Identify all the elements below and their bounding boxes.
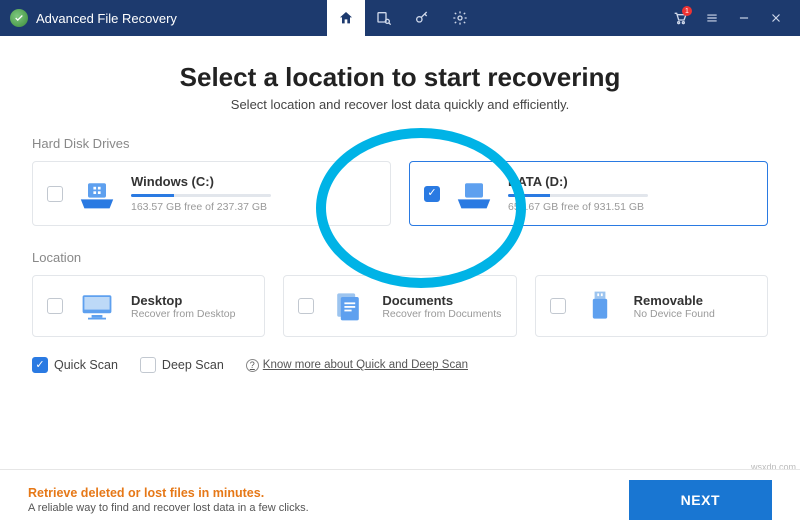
drive-icon (75, 176, 119, 212)
deep-scan-option[interactable]: Deep Scan (140, 357, 224, 373)
close-button[interactable] (762, 4, 790, 32)
scan-options: Quick Scan Deep Scan ? Know more about Q… (32, 357, 768, 373)
app-logo-area: Advanced File Recovery (0, 9, 177, 27)
minimize-icon (737, 11, 751, 25)
search-list-icon (376, 10, 392, 26)
usb-icon (578, 288, 622, 324)
location-card-documents[interactable]: Documents Recover from Documents (283, 275, 516, 337)
tab-search[interactable] (365, 0, 403, 36)
deep-scan-checkbox[interactable] (140, 357, 156, 373)
drives-row: Windows (C:) 163.57 GB free of 237.37 GB… (32, 161, 768, 226)
location-detail: Recover from Desktop (131, 308, 250, 320)
location-checkbox[interactable] (298, 298, 314, 314)
quick-scan-checkbox[interactable] (32, 357, 48, 373)
window-controls: 1 (666, 4, 800, 32)
drive-name: DATA (D:) (508, 174, 753, 189)
page-title: Select a location to start recovering (32, 62, 768, 93)
cart-button[interactable]: 1 (666, 4, 694, 32)
drive-icon (452, 176, 496, 212)
menu-icon (705, 11, 719, 25)
footer: Retrieve deleted or lost files in minute… (0, 469, 800, 530)
tab-settings[interactable] (441, 0, 479, 36)
close-icon (769, 11, 783, 25)
footer-sub: A reliable way to find and recover lost … (28, 502, 309, 514)
location-card-desktop[interactable]: Desktop Recover from Desktop (32, 275, 265, 337)
usage-bar (131, 194, 271, 197)
page-subtitle: Select location and recover lost data qu… (32, 97, 768, 112)
footer-text: Retrieve deleted or lost files in minute… (28, 486, 309, 514)
main-content: Select a location to start recovering Se… (0, 36, 800, 373)
cart-badge: 1 (682, 6, 692, 16)
titlebar-tabs (327, 0, 479, 36)
location-checkbox[interactable] (550, 298, 566, 314)
gear-icon (452, 10, 468, 26)
drive-card-c[interactable]: Windows (C:) 163.57 GB free of 237.37 GB (32, 161, 391, 226)
app-title: Advanced File Recovery (36, 11, 177, 26)
drive-name: Windows (C:) (131, 174, 376, 189)
scan-info-link[interactable]: ? Know more about Quick and Deep Scan (246, 359, 468, 372)
drive-detail: 163.57 GB free of 237.37 GB (131, 201, 376, 213)
usage-bar (508, 194, 648, 197)
section-label-drives: Hard Disk Drives (32, 136, 768, 151)
section-label-location: Location (32, 250, 768, 265)
location-checkbox[interactable] (47, 298, 63, 314)
tab-home[interactable] (327, 0, 365, 36)
location-detail: Recover from Documents (382, 308, 501, 320)
documents-icon (326, 288, 370, 324)
home-icon (338, 10, 354, 26)
deep-scan-label: Deep Scan (162, 358, 224, 372)
minimize-button[interactable] (730, 4, 758, 32)
location-name: Documents (382, 293, 501, 308)
desktop-icon (75, 288, 119, 324)
location-name: Removable (634, 293, 753, 308)
drive-card-d[interactable]: DATA (D:) 651.67 GB free of 931.51 GB (409, 161, 768, 226)
next-button[interactable]: NEXT (629, 480, 772, 520)
location-detail: No Device Found (634, 308, 753, 320)
key-icon (414, 10, 430, 26)
quick-scan-label: Quick Scan (54, 358, 118, 372)
app-logo-icon (10, 9, 28, 27)
footer-headline: Retrieve deleted or lost files in minute… (28, 486, 309, 500)
info-icon: ? (246, 359, 259, 372)
location-card-removable[interactable]: Removable No Device Found (535, 275, 768, 337)
tab-key[interactable] (403, 0, 441, 36)
drive-detail: 651.67 GB free of 931.51 GB (508, 201, 753, 213)
menu-button[interactable] (698, 4, 726, 32)
drive-checkbox[interactable] (424, 186, 440, 202)
location-name: Desktop (131, 293, 250, 308)
drive-checkbox[interactable] (47, 186, 63, 202)
locations-row: Desktop Recover from Desktop Documents R… (32, 275, 768, 337)
titlebar: Advanced File Recovery 1 (0, 0, 800, 36)
quick-scan-option[interactable]: Quick Scan (32, 357, 118, 373)
